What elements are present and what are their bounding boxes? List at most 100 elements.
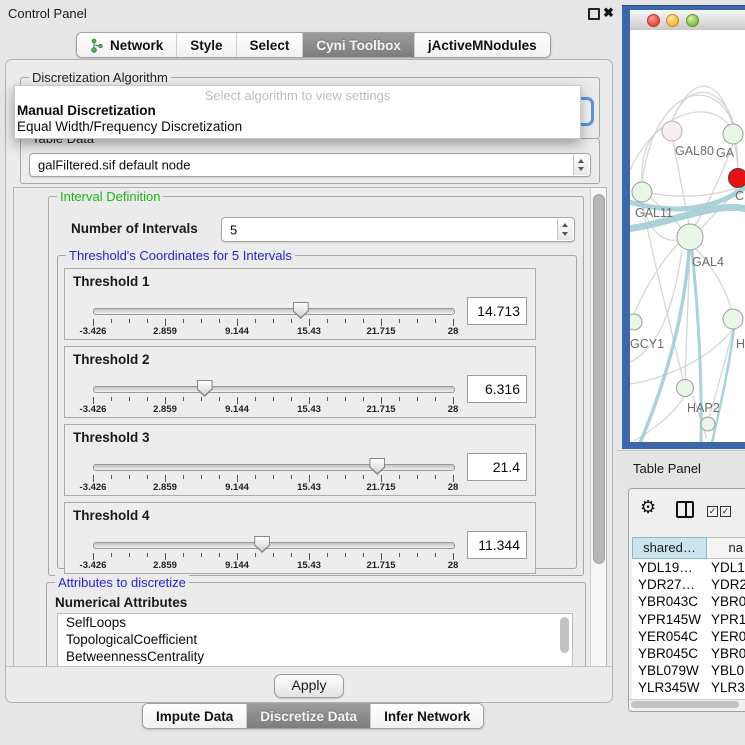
column-header-shared-[interactable]: shared…	[632, 537, 707, 559]
settings-scrollpane: Interval Definition Number of Intervals …	[13, 187, 607, 667]
table-row[interactable]: YDL19…YDL1	[632, 559, 745, 576]
threshold-panel-3: Threshold 3-3.4262.8599.14415.4321.71528	[64, 424, 536, 496]
network-edge	[630, 112, 730, 170]
slider-tick	[201, 319, 202, 323]
slider-track[interactable]	[93, 308, 455, 315]
slider-track[interactable]	[93, 386, 455, 393]
tab-jactivemnodules[interactable]: jActiveMNodules	[415, 33, 550, 57]
settings-scrollbar[interactable]	[590, 188, 606, 666]
network-node-gal4[interactable]	[677, 224, 703, 250]
table-data-combobox[interactable]: galFiltered.sif default node	[29, 153, 591, 177]
cell-shared-name: YBR045C	[632, 645, 707, 662]
slider-tick	[255, 397, 256, 401]
cell-name: YDR2	[707, 576, 745, 593]
threshold-value-input[interactable]	[467, 375, 527, 403]
float-panel-icon[interactable]	[588, 8, 600, 20]
attribute-item-selfloops[interactable]: SelfLoops	[58, 614, 572, 631]
gear-icon[interactable]: ⚙	[640, 497, 656, 518]
node-label: GAL80	[675, 144, 714, 158]
table-row[interactable]: YLR345WYLR3	[632, 679, 745, 696]
algorithm-dropdown-popup: Select algorithm to view settings Manual…	[14, 85, 581, 139]
network-node-c[interactable]	[729, 169, 745, 188]
slider-thumb[interactable]	[197, 380, 213, 397]
slider-track[interactable]	[93, 542, 455, 549]
table-horizontal-scrollbar[interactable]	[629, 699, 745, 710]
slider-thumb[interactable]	[293, 302, 309, 319]
close-panel-icon[interactable]: ✖	[603, 5, 614, 21]
zoom-traffic-light-icon[interactable]	[686, 14, 699, 27]
slider-tick	[129, 319, 130, 323]
tab-select[interactable]: Select	[237, 33, 304, 57]
columns-icon[interactable]	[676, 501, 694, 518]
table-row[interactable]: YPR145WYPR1	[632, 611, 745, 628]
close-traffic-light-icon[interactable]	[647, 14, 660, 27]
slider-tick	[219, 397, 220, 401]
network-node-hap2[interactable]	[677, 380, 694, 397]
slider-tick-label: 28	[448, 560, 459, 571]
table-data-group: Table Data galFiltered.sif default node	[20, 138, 600, 184]
slider-tick-label: 28	[448, 482, 459, 493]
network-node-ga[interactable]	[723, 124, 743, 144]
network-edge	[642, 202, 683, 380]
settings-scrollbar-thumb[interactable]	[593, 194, 605, 564]
menu-item-equal-width-frequency-discretization[interactable]: Equal Width/Frequency Discretization	[17, 119, 578, 135]
cyni-toolbox-panel: Discretization Algorithm Select algorith…	[5, 59, 613, 703]
tab-cyni-toolbox[interactable]: Cyni Toolbox	[303, 33, 415, 57]
slider-tick-label: 21.715	[366, 404, 395, 415]
slider-tick	[273, 475, 274, 479]
network-node[interactable]	[701, 417, 715, 431]
combobox-stepper-icon[interactable]	[573, 155, 589, 175]
checkbox-icon[interactable]	[707, 506, 718, 517]
attributes-list-scrollbar-thumb[interactable]	[560, 617, 569, 653]
attributes-to-discretize-title: Attributes to discretize	[55, 575, 189, 590]
top-tab-bar: NetworkStyleSelectCyni ToolboxjActiveMNo…	[76, 32, 551, 58]
table-hscrollbar-thumb[interactable]	[631, 701, 739, 708]
minimize-traffic-light-icon[interactable]	[666, 14, 679, 27]
network-node-h[interactable]	[723, 309, 743, 329]
network-node-gcy1[interactable]	[630, 314, 642, 330]
slider-tick	[417, 475, 418, 479]
tab-style[interactable]: Style	[177, 33, 236, 57]
slider-thumb[interactable]	[254, 536, 270, 553]
table-row[interactable]: YBL079WYBL0	[632, 662, 745, 679]
table-row[interactable]: YER054CYER0	[632, 628, 745, 645]
threshold-value-input[interactable]	[467, 531, 527, 559]
slider-tick	[219, 319, 220, 323]
slider-tick	[237, 553, 238, 560]
slider-tick	[129, 397, 130, 401]
tab-network[interactable]: Network	[77, 33, 177, 57]
checkbox-icon[interactable]	[720, 506, 731, 517]
tab-label: Infer Network	[384, 709, 470, 724]
slider-tick	[435, 397, 436, 401]
column-header-na[interactable]: na	[707, 537, 745, 559]
apply-button[interactable]: Apply	[274, 674, 344, 698]
slider-tick	[183, 397, 184, 401]
network-window-titlebar[interactable]	[630, 10, 745, 31]
threshold-value-input[interactable]	[467, 297, 527, 325]
attribute-item-betweennesscentrality[interactable]: BetweennessCentrality	[58, 648, 572, 665]
table-row[interactable]: YDR27…YDR2	[632, 576, 745, 593]
network-node-gal80[interactable]	[662, 121, 682, 141]
number-of-intervals-combobox[interactable]: 5	[221, 217, 575, 242]
slider-tick-label: 15.43	[297, 482, 321, 493]
menu-item-manual-discretization[interactable]: Manual Discretization	[17, 103, 578, 119]
slider-thumb[interactable]	[369, 458, 385, 475]
attributes-to-discretize-group: Attributes to discretize Numerical Attri…	[46, 582, 586, 667]
table-row[interactable]: YBR043CYBR0	[632, 593, 745, 610]
threshold-value-input[interactable]	[467, 453, 527, 481]
tab-impute-data[interactable]: Impute Data	[143, 704, 247, 728]
bottom-tab-bar: Impute DataDiscretize Data Infer Network	[142, 703, 484, 729]
cell-name: YPR1	[707, 611, 745, 628]
tab-infer-network[interactable]: Infer Network	[371, 704, 483, 728]
attribute-item-topologicalcoefficient[interactable]: TopologicalCoefficient	[58, 631, 572, 648]
table-row[interactable]: YBR045CYBR0	[632, 645, 745, 662]
tab-discretize-data[interactable]: Discretize Data	[247, 704, 371, 728]
slider-tick	[381, 397, 382, 404]
network-node-gal11[interactable]	[632, 182, 652, 202]
combobox-stepper-icon[interactable]	[557, 219, 573, 240]
slider-track[interactable]	[93, 464, 455, 471]
number-of-intervals-value: 5	[230, 222, 237, 237]
slider-tick	[273, 553, 274, 557]
network-canvas[interactable]: GAL80GACGAL11GAL4HGCY1HAP2	[630, 30, 745, 442]
threshold-label: Threshold 1	[73, 274, 150, 289]
